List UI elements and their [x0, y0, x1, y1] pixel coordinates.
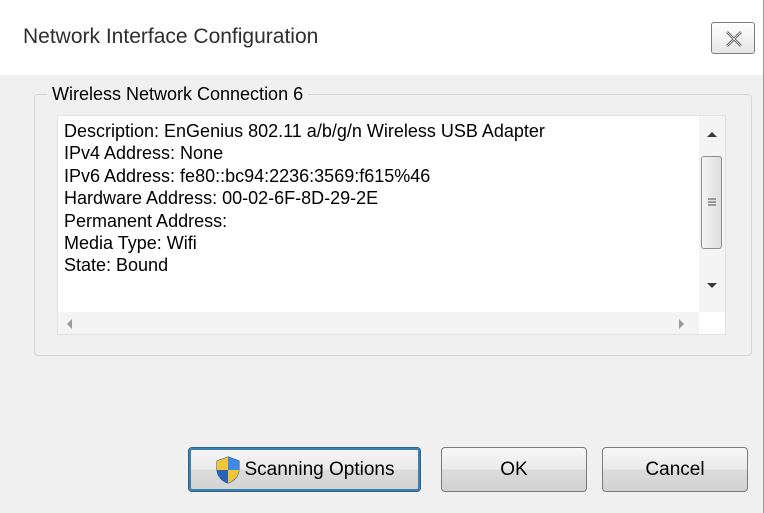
detail-ipv4: IPv4 Address: None [64, 143, 224, 164]
detail-hardware-address: Hardware Address: 00-02-6F-8D-29-2E [64, 188, 379, 209]
scanning-options-content: Scanning Options [189, 448, 420, 491]
scroll-right-arrow-icon[interactable] [678, 318, 686, 330]
detail-permanent-address: Permanent Address: [64, 210, 228, 231]
vertical-scroll-thumb[interactable] [701, 156, 722, 249]
close-button[interactable] [711, 22, 755, 54]
scroll-down-arrow-icon[interactable] [706, 282, 718, 290]
dialog-window: Network Interface Configuration Wireless… [0, 0, 764, 513]
detail-media-type: Media Type: Wifi [64, 233, 197, 254]
horizontal-scrollbar[interactable] [58, 312, 699, 334]
groupbox-label: Wireless Network Connection 6 [47, 84, 309, 105]
scanning-options-button[interactable]: Scanning Options [188, 447, 421, 492]
detail-state: State: Bound [64, 255, 169, 276]
close-icon [726, 31, 742, 47]
detail-description: Description: EnGenius 802.11 a/b/g/n Wir… [64, 121, 545, 141]
scroll-up-arrow-icon[interactable] [706, 130, 718, 138]
uac-shield-icon [216, 455, 239, 484]
window-title: Network Interface Configuration [23, 25, 319, 48]
vertical-scrollbar[interactable] [699, 116, 725, 312]
cancel-button[interactable]: Cancel [602, 447, 748, 492]
title-bar: Network Interface Configuration [0, 0, 763, 75]
scroll-left-arrow-icon[interactable] [65, 318, 73, 330]
ok-button[interactable]: OK [441, 447, 587, 492]
detail-ipv6: IPv6 Address: fe80::bc94:2236:3569:f615%… [64, 165, 431, 186]
grip-icon [708, 198, 716, 206]
details-text: Description: EnGenius 802.11 a/b/g/n Wir… [64, 120, 545, 277]
scanning-options-label: Scanning Options [244, 458, 395, 480]
